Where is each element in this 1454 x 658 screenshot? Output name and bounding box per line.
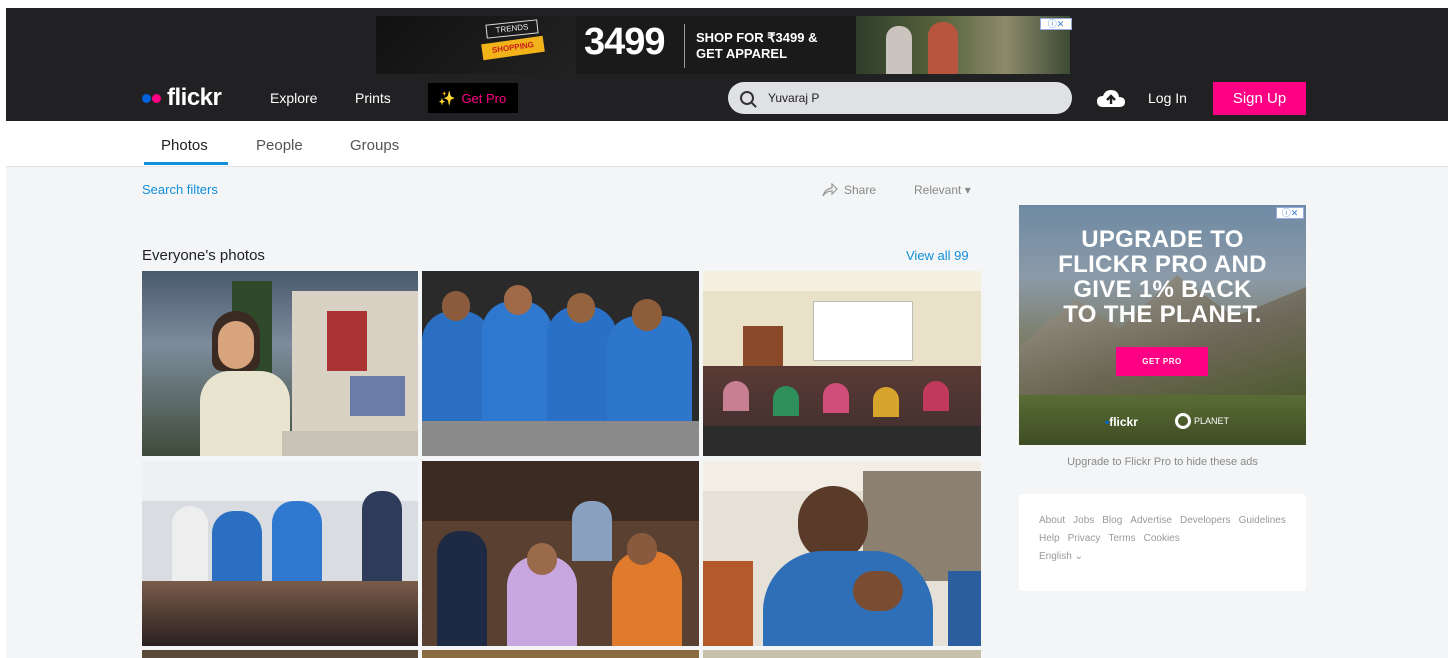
nav-get-pro-button[interactable]: ✨ Get Pro (428, 83, 518, 113)
section-title: Everyone's photos (142, 247, 265, 264)
promo-partner-logo: PLANET (1175, 413, 1229, 429)
promo-headline-line3: GIVE 1% BACK (1073, 276, 1252, 303)
upload-cloud-icon[interactable] (1096, 88, 1126, 108)
active-tab-indicator (144, 162, 228, 165)
ad-model-2 (928, 22, 958, 74)
promo-headline: UPGRADE TO FLICKR PRO AND GIVE 1% BACK T… (1019, 227, 1306, 327)
footer-link-developers[interactable]: Developers (1180, 514, 1231, 528)
adchoices-icon[interactable]: ⓘ✕ (1040, 18, 1072, 30)
promo-partner-text: PLANET (1194, 416, 1230, 426)
signup-button[interactable]: Sign Up (1213, 82, 1306, 115)
promo-flickr-text: flickr (1109, 415, 1138, 429)
footer-link-advertise[interactable]: Advertise (1130, 514, 1172, 528)
tab-groups[interactable]: Groups (350, 137, 399, 155)
sparkle-icon: ✨ (438, 89, 456, 106)
footer-link-cookies[interactable]: Cookies (1144, 532, 1180, 546)
footer-link-about[interactable]: About (1039, 514, 1065, 528)
nav-prints[interactable]: Prints (355, 89, 391, 107)
photo-thumbnail[interactable] (142, 461, 418, 646)
language-selector[interactable]: English ⌄ (1039, 550, 1286, 564)
search-input[interactable] (768, 91, 1048, 105)
ad-price: 3499 (584, 21, 666, 63)
ad-divider (684, 24, 685, 68)
promo-note: Upgrade to Flickr Pro to hide these ads (1067, 456, 1258, 468)
logo-text: flickr (167, 84, 222, 111)
logo-pink-dot-icon (152, 93, 161, 103)
logo-blue-dot-icon (142, 93, 151, 103)
footer-link-jobs[interactable]: Jobs (1073, 514, 1094, 528)
search-icon (740, 91, 754, 105)
tab-photos[interactable]: Photos (161, 137, 208, 155)
photo-thumbnail[interactable] (703, 461, 981, 646)
sort-dropdown[interactable]: Relevant ▾ (914, 182, 971, 198)
photo-thumbnail[interactable] (422, 461, 699, 646)
photo-thumbnail[interactable] (703, 271, 981, 456)
search-tabs: Photos People Groups (6, 121, 1448, 167)
search-filters-link[interactable]: Search filters (142, 182, 218, 198)
get-pro-label: Get Pro (461, 90, 507, 106)
footer-link-help[interactable]: Help (1039, 532, 1060, 546)
photo-thumbnail[interactable] (142, 650, 418, 658)
footer-link-privacy[interactable]: Privacy (1068, 532, 1101, 546)
promo-headline-line4: TO THE PLANET. (1063, 301, 1262, 328)
share-label: Share (844, 183, 877, 197)
search-bar[interactable] (728, 82, 1072, 114)
ad-model-1 (886, 26, 912, 74)
footer-link-terms[interactable]: Terms (1108, 532, 1135, 546)
flickr-pro-promo-ad[interactable]: UPGRADE TO FLICKR PRO AND GIVE 1% BACK T… (1019, 205, 1306, 445)
photo-thumbnail[interactable] (703, 650, 981, 658)
footer-link-guidelines[interactable]: Guidelines (1239, 514, 1286, 528)
login-link[interactable]: Log In (1148, 89, 1187, 107)
top-ad-banner[interactable]: TRENDS SHOPPING 3499 SHOP FOR ₹3499 & GE… (376, 16, 1070, 74)
photo-thumbnail[interactable] (422, 271, 699, 456)
promo-headline-line2: FLICKR PRO AND (1058, 251, 1267, 278)
flickr-logo[interactable]: flickr (142, 84, 222, 112)
promo-adchoices-icon[interactable]: ⓘ✕ (1276, 207, 1304, 219)
share-button[interactable]: Share (822, 182, 876, 198)
footer-card: About Jobs Blog Advertise Developers Gui… (1019, 494, 1306, 591)
promo-headline-line1: UPGRADE TO (1081, 226, 1244, 253)
share-icon (822, 183, 838, 197)
footer-link-blog[interactable]: Blog (1102, 514, 1122, 528)
promo-get-pro-button[interactable]: GET PRO (1116, 347, 1208, 376)
nav-explore[interactable]: Explore (270, 89, 317, 107)
tab-people[interactable]: People (256, 137, 303, 155)
promo-flickr-logo: •flickr (1105, 415, 1138, 429)
ad-photo (856, 16, 1070, 74)
view-all-link[interactable]: View all 99 (906, 248, 969, 264)
photo-thumbnail[interactable] (142, 271, 418, 456)
planet-ring-icon (1175, 413, 1191, 429)
footer-links: About Jobs Blog Advertise Developers Gui… (1039, 514, 1286, 546)
ad-background (376, 16, 576, 74)
photo-thumbnail[interactable] (422, 650, 699, 658)
